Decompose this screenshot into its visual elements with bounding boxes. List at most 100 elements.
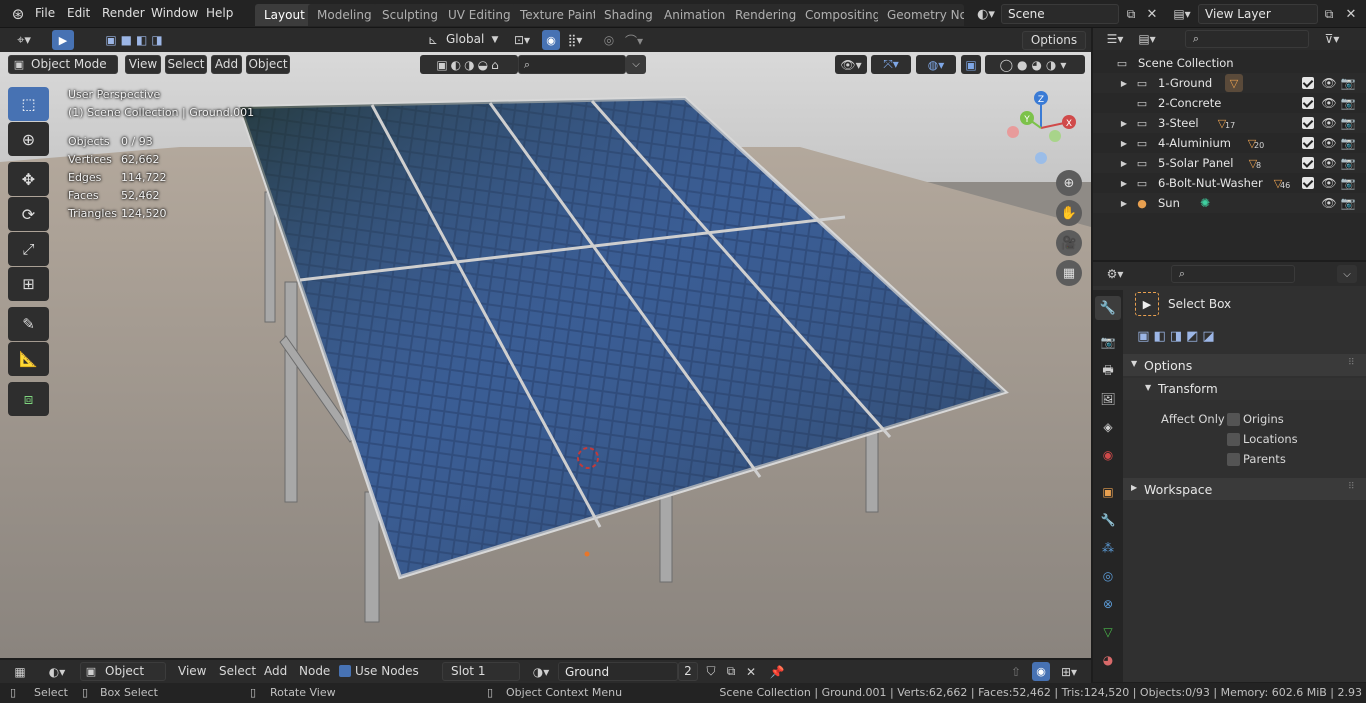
eye-icon[interactable]: 👁 — [1321, 115, 1337, 131]
gizmo-neg-y-icon[interactable] — [1049, 130, 1061, 142]
checkbox-box[interactable] — [1227, 433, 1240, 446]
options-dropdown[interactable]: Options — [1022, 31, 1086, 50]
properties-search-input[interactable] — [1171, 265, 1295, 283]
eye-icon[interactable]: 👁 — [1321, 75, 1337, 91]
slot-dropdown[interactable]: Slot 1 — [442, 662, 520, 681]
gizmo-neg-x-icon[interactable] — [1007, 126, 1019, 138]
exclude-checkbox[interactable] — [1302, 97, 1314, 109]
exclude-checkbox[interactable] — [1302, 77, 1314, 89]
outliner-item-aluminium[interactable]: ▶ ▭ 4-Aluminium ▽ 20 👁 📷 — [1093, 133, 1366, 153]
data-tab-icon[interactable]: ▽ — [1099, 623, 1117, 641]
pivot-point-icon[interactable]: ⊡▾ — [508, 30, 536, 50]
parent-tree-icon[interactable]: ⇧ — [1007, 662, 1025, 681]
delete-view-layer-icon[interactable]: ✕ — [1342, 5, 1360, 23]
new-view-layer-icon[interactable]: ⧉ — [1320, 5, 1338, 23]
menu-object[interactable]: Object — [246, 55, 290, 74]
falloff-icon[interactable]: ⌒▾ — [620, 30, 648, 50]
camera-icon[interactable]: 📷 — [1340, 175, 1356, 191]
camera-icon[interactable]: 📷 — [1340, 95, 1356, 111]
expand-arrow-icon[interactable]: ▶ — [1119, 176, 1129, 190]
cursor-tool[interactable]: ⊕ — [8, 122, 49, 156]
outliner-item-bolt-nut-washer[interactable]: ▶ ▭ 6-Bolt-Nut-Washer ▽ 46 👁 📷 — [1093, 173, 1366, 193]
outliner-scene-collection[interactable]: ▭ Scene Collection — [1093, 53, 1366, 73]
zoom-icon[interactable]: ⊕ — [1056, 170, 1082, 196]
locations-checkbox[interactable]: Locations — [1227, 432, 1357, 448]
expand-arrow-icon[interactable]: ▶ — [1119, 156, 1129, 170]
select-cursor-icon[interactable]: ▶ — [52, 30, 74, 50]
menu-node[interactable]: Node — [299, 664, 330, 678]
menu-view[interactable]: View — [178, 664, 206, 678]
transform-tool[interactable]: ⊞ — [8, 267, 49, 301]
fake-user-shield-icon[interactable]: ⛉ — [702, 662, 720, 681]
outliner-search-input[interactable] — [1185, 30, 1309, 48]
material-browse-icon[interactable]: ◑▾ — [526, 662, 556, 681]
tab-uv-editing[interactable]: UV Editing — [439, 4, 520, 26]
transform-subpanel-header[interactable]: ▼ Transform — [1123, 378, 1366, 400]
blender-logo-icon[interactable]: ⊛ — [8, 5, 28, 23]
scene-tab-icon[interactable]: ◈ — [1099, 418, 1117, 436]
exclude-checkbox[interactable] — [1302, 137, 1314, 149]
drag-handle-icon[interactable]: ⠿ — [1348, 358, 1355, 368]
editor-type-icon[interactable]: ⌖▾ — [8, 30, 40, 50]
tab-sculpting[interactable]: Sculpting — [373, 4, 448, 26]
overlays-icon[interactable]: ◍▾ — [916, 55, 956, 74]
display-mode-icon[interactable]: ▤▾ — [1133, 30, 1161, 48]
scene-name-field[interactable]: Scene — [1001, 4, 1119, 24]
tab-geometry-nodes[interactable]: Geometry Nod — [878, 4, 964, 26]
outliner-editor-icon[interactable]: ☰▾ — [1101, 30, 1129, 48]
camera-icon[interactable]: 📷 — [1340, 115, 1356, 131]
gizmo-toggle-icon[interactable]: ⤧▾ — [871, 55, 911, 74]
scale-tool[interactable]: ⤢ — [8, 232, 49, 266]
camera-icon[interactable]: 📷 — [1340, 135, 1356, 151]
eye-icon[interactable]: 👁 — [1321, 155, 1337, 171]
pan-hand-icon[interactable]: ✋ — [1056, 200, 1082, 226]
modifier-tab-icon[interactable]: 🔧 — [1099, 511, 1117, 529]
use-nodes-checkbox[interactable] — [339, 665, 351, 677]
proportional-edit-icon[interactable]: ◎ — [600, 30, 618, 50]
outliner-item-ground[interactable]: ▶ ▭ 1-Ground ▽ 👁 📷 — [1093, 73, 1366, 93]
unlink-material-icon[interactable]: ✕ — [742, 662, 760, 681]
drag-handle-icon[interactable]: ⠿ — [1348, 482, 1355, 492]
output-tab-icon[interactable]: 🖶 — [1099, 362, 1117, 380]
visibility-icon[interactable]: 👁▾ — [835, 55, 867, 74]
eye-icon[interactable]: 👁 — [1321, 195, 1337, 211]
snap-mode-icon[interactable]: ⊞▾ — [1054, 662, 1084, 681]
menu-add[interactable]: Add — [211, 55, 242, 74]
menu-add[interactable]: Add — [264, 664, 287, 678]
tab-animation[interactable]: Animation — [655, 4, 735, 26]
new-scene-icon[interactable]: ⧉ — [1122, 5, 1140, 23]
view-layer-tab-icon[interactable]: 🖼 — [1099, 390, 1117, 408]
move-tool[interactable]: ✥ — [8, 162, 49, 196]
tab-layout[interactable]: Layout — [255, 4, 314, 26]
snap-target-icon[interactable]: ⣿▾ — [562, 30, 588, 50]
select-box-tool[interactable]: ⬚ — [8, 87, 49, 121]
annotate-tool[interactable]: ✎ — [8, 307, 49, 341]
viewport-search-input[interactable] — [518, 55, 626, 74]
outliner-item-sun[interactable]: ▶ ● Sun ✺ 👁 📷 — [1093, 193, 1366, 213]
tool-tab-icon[interactable]: 🔧 — [1095, 296, 1121, 320]
eye-icon[interactable]: 👁 — [1321, 175, 1337, 191]
editor-type-icon[interactable]: ▦ — [8, 662, 32, 681]
camera-icon[interactable]: 📷 — [1340, 195, 1356, 211]
view-layer-selector-icon[interactable]: ▤▾ — [1169, 5, 1195, 23]
shading-mode-icons[interactable]: ◯●◕◑▾ — [985, 55, 1085, 74]
expand-arrow-icon[interactable]: ▶ — [1119, 196, 1129, 210]
menu-file[interactable]: File — [35, 6, 55, 22]
expand-arrow-icon[interactable]: ▶ — [1119, 116, 1129, 130]
camera-icon[interactable]: 📷 — [1340, 155, 1356, 171]
eye-icon[interactable]: 👁 — [1321, 95, 1337, 111]
snap-toggle-icon[interactable]: ◉ — [1032, 662, 1050, 681]
outliner-item-concrete[interactable]: ▭ 2-Concrete 👁 📷 — [1093, 93, 1366, 113]
checkbox-box[interactable] — [1227, 453, 1240, 466]
expand-arrow-icon[interactable]: ▶ — [1119, 76, 1129, 90]
view-layer-field[interactable]: View Layer — [1198, 4, 1318, 24]
material-name-field[interactable]: Ground — [558, 662, 678, 681]
selection-mode-icons[interactable]: ▣■◧◨ — [88, 30, 184, 50]
origins-checkbox[interactable]: Origins — [1227, 412, 1357, 428]
menu-render[interactable]: Render — [102, 6, 145, 22]
snap-toggle-icon[interactable]: ◉ — [542, 30, 560, 50]
shader-type-icon[interactable]: ◐▾ — [42, 662, 72, 681]
filter-icon[interactable]: ⊽▾ — [1319, 30, 1345, 48]
exclude-checkbox[interactable] — [1302, 157, 1314, 169]
measure-tool[interactable]: 📐 — [8, 342, 49, 376]
